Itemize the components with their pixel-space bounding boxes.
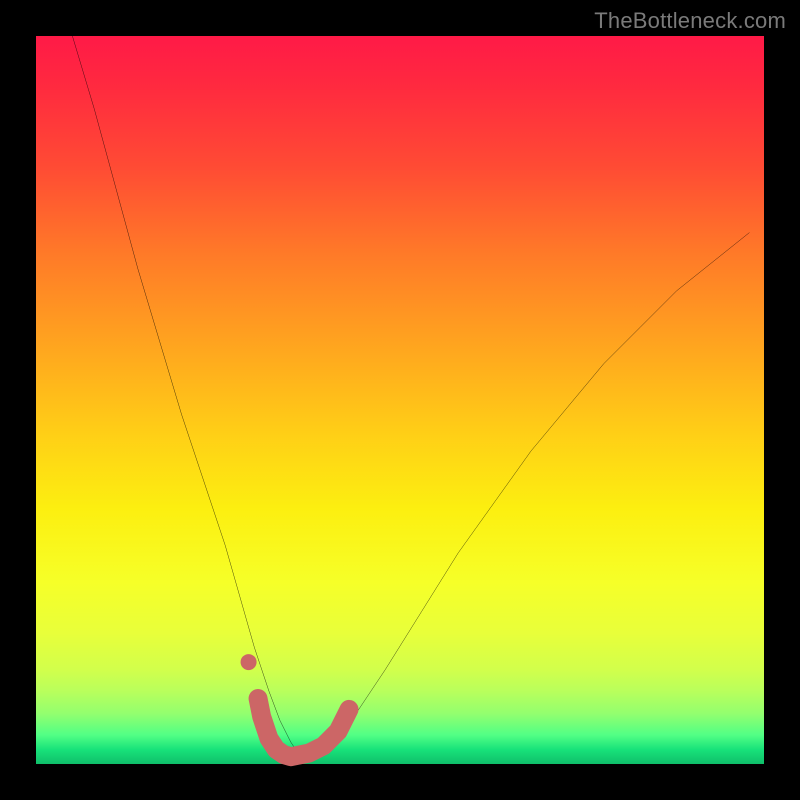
- watermark-text: TheBottleneck.com: [594, 8, 786, 34]
- chart-frame: TheBottleneck.com: [0, 0, 800, 800]
- plot-area: [36, 36, 764, 764]
- bottleneck-curve: [72, 36, 749, 757]
- valley-marker: [258, 698, 349, 756]
- chart-svg: [36, 36, 764, 764]
- valley-marker-dot: [241, 654, 257, 670]
